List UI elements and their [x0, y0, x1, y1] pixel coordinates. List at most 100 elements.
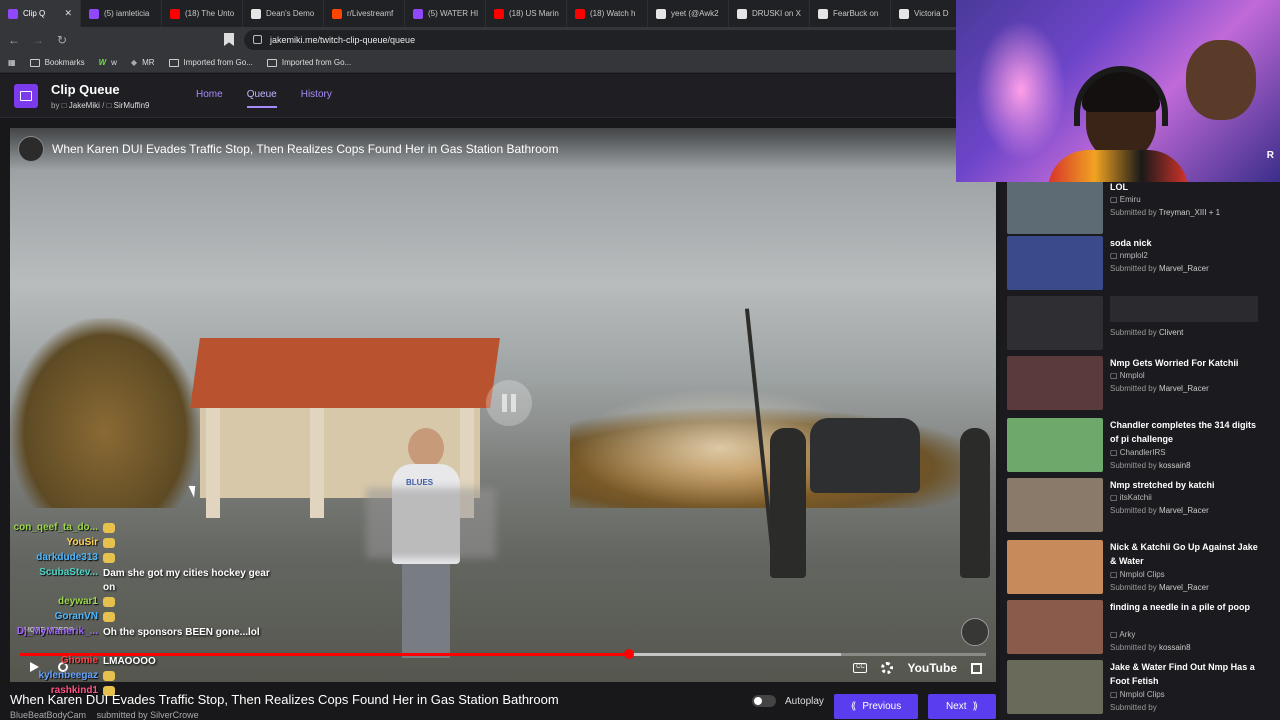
- video-scene-pillar: [310, 408, 324, 518]
- bookmark-all[interactable]: Bookmarks: [29, 58, 85, 67]
- nav-queue[interactable]: Queue: [246, 89, 277, 108]
- chat-username[interactable]: kylenbeegaz: [0, 670, 103, 681]
- clip-title: Chandler completes the 314 digits of pi …: [1110, 420, 1257, 444]
- queue-item[interactable]: LOL ▢ Emiru Submitted by Treyman_XIII + 1: [1007, 180, 1267, 236]
- clip-thumbnail[interactable]: [1007, 236, 1103, 290]
- next-button[interactable]: Next ⟫: [928, 694, 996, 719]
- clip-thumbnail[interactable]: [1007, 540, 1103, 594]
- clip-thumbnail[interactable]: [1007, 356, 1103, 410]
- folder-icon: [266, 58, 277, 67]
- browser-tab[interactable]: (18) The Unto: [162, 0, 243, 27]
- chat-username[interactable]: deywar1: [0, 596, 103, 607]
- clip-channel: ▢ Nmplol Clips: [1110, 570, 1165, 579]
- tab-label: Victoria D: [914, 9, 949, 18]
- bookmark-mr[interactable]: ◆ MR: [131, 58, 155, 67]
- chat-username[interactable]: Ghomie: [0, 655, 103, 666]
- twitch-icon: ▢: [1110, 690, 1120, 699]
- bookmark-w[interactable]: Ww: [99, 58, 117, 67]
- clip-thumbnail[interactable]: [1007, 296, 1103, 350]
- clip-title-placeholder: [1110, 296, 1258, 322]
- clip-channel: ▢ ChandlerIRS: [1110, 448, 1166, 457]
- channel-avatar[interactable]: [18, 136, 44, 162]
- chat-username[interactable]: GoranVN: [0, 611, 103, 622]
- clip-thumbnail[interactable]: [1007, 180, 1103, 234]
- url-field[interactable]: jakemiki.me/twitch-clip-queue/queue: [244, 30, 964, 50]
- clip-thumbnail[interactable]: [1007, 600, 1103, 654]
- browser-tab[interactable]: (5) iamleticia: [81, 0, 162, 27]
- double-chevron-right-icon: ⟫: [972, 701, 979, 712]
- youtube-logo[interactable]: YouTube: [907, 661, 957, 675]
- browser-tab[interactable]: (18) Watch h: [567, 0, 648, 27]
- tab-label: (5) iamleticia: [104, 9, 150, 18]
- app-title[interactable]: Clip Queue: [51, 82, 120, 97]
- chat-username[interactable]: YouSir: [0, 537, 103, 548]
- submitter-name: Marvel_Racer: [1158, 264, 1209, 273]
- browser-tab[interactable]: (5) WATER HI: [405, 0, 486, 27]
- clip-title: Nmp Gets Worried For Katchii: [1110, 358, 1239, 368]
- queue-item[interactable]: Nick & Katchii Go Up Against Jake & Wate…: [1007, 540, 1267, 596]
- clip-channel-name: Nmplol Clips: [1119, 570, 1165, 579]
- autoplay-control[interactable]: Autoplay: [752, 695, 824, 707]
- chat-message: darkdude313: [0, 552, 290, 567]
- settings-gear-icon[interactable]: [881, 662, 894, 674]
- progress-scrubber[interactable]: [623, 649, 634, 659]
- clip-channel-name: Nmplol: [1119, 371, 1145, 380]
- browser-tab[interactable]: (18) US Marin: [486, 0, 567, 27]
- tab-close-icon[interactable]: ✕: [64, 8, 72, 19]
- channel-name[interactable]: BlueBeatBodyCam: [10, 710, 86, 720]
- chat-username[interactable]: Dj_MyManerik_...: [0, 626, 103, 637]
- chat-username[interactable]: con_qeef_ta_do...: [0, 522, 103, 533]
- queue-item[interactable]: Jake & Water Find Out Nmp Has a Foot Fet…: [1007, 660, 1267, 716]
- video-overlay-title[interactable]: When Karen DUI Evades Traffic Stop, Then…: [52, 142, 558, 156]
- captions-icon[interactable]: CC: [853, 663, 868, 673]
- clip-channel-name: ChandlerIRS: [1119, 448, 1166, 457]
- bookmark-star-icon[interactable]: [224, 33, 234, 46]
- browser-tab[interactable]: DRUSKI on X: [729, 0, 810, 27]
- queue-item[interactable]: Chandler completes the 314 digits of pi …: [1007, 418, 1267, 474]
- reload-icon[interactable]: ↻: [52, 33, 72, 47]
- browser-tab[interactable]: Dean's Demo: [243, 0, 324, 27]
- queue-item[interactable]: Submitted by Clivent: [1007, 296, 1267, 352]
- fullscreen-icon[interactable]: [971, 662, 982, 674]
- forward-icon[interactable]: →: [28, 33, 48, 47]
- bookmark-folder-2[interactable]: Imported from Go...: [266, 58, 351, 67]
- browser-tab[interactable]: FearBuck on: [810, 0, 891, 27]
- submitted-prefix: Submitted by: [1110, 264, 1157, 273]
- submitted-prefix: Submitted by: [1110, 506, 1157, 515]
- author-link-1[interactable]: JakeMiki: [69, 101, 100, 110]
- nav-history[interactable]: History: [301, 89, 332, 108]
- nav-home[interactable]: Home: [196, 89, 223, 108]
- queue-item[interactable]: finding a needle in a pile of poop ▢ Arky…: [1007, 600, 1267, 656]
- back-icon[interactable]: ←: [4, 33, 24, 47]
- chat-username[interactable]: darkdude313: [0, 552, 103, 563]
- bookmark-folder-1[interactable]: Imported from Go...: [168, 58, 253, 67]
- clip-thumbnail[interactable]: [1007, 660, 1103, 714]
- previous-button[interactable]: ⟪ Previous: [834, 694, 918, 719]
- queue-item[interactable]: Nmp Gets Worried For Katchii ▢ Nmplol Subm…: [1007, 356, 1267, 412]
- channel-watermark-icon[interactable]: [961, 618, 989, 646]
- browser-tab[interactable]: Clip Q ✕: [0, 0, 81, 27]
- autoplay-toggle[interactable]: [752, 695, 776, 707]
- pause-icon[interactable]: [486, 380, 532, 426]
- chat-emote-icon: [103, 612, 115, 623]
- apps-icon[interactable]: ▦: [8, 58, 16, 67]
- site-info-icon[interactable]: [253, 35, 262, 44]
- submitted-prefix: Submitted by: [1110, 461, 1157, 470]
- clip-thumbnail[interactable]: [1007, 418, 1103, 472]
- clip-queue-logo-icon[interactable]: [14, 84, 38, 108]
- double-chevron-left-icon: ⟪: [850, 701, 857, 712]
- clip-thumbnail[interactable]: [1007, 478, 1103, 532]
- clip-submitter: Submitted by Marvel_Racer: [1110, 506, 1209, 515]
- browser-tab[interactable]: yeet (@Awk2: [648, 0, 729, 27]
- bookmark-all-label: Bookmarks: [44, 58, 85, 67]
- queue-item[interactable]: soda nick ▢ nmplol2 Submitted by Marvel_Ra…: [1007, 236, 1267, 292]
- chat-username[interactable]: ScubaStev...: [0, 567, 103, 578]
- video-scene-trees: [10, 318, 200, 508]
- video-blur-region: [366, 488, 496, 558]
- submitter-name: Clivent: [1158, 328, 1184, 337]
- queue-item[interactable]: Nmp stretched by katchi ▢ itsKatchii Submi…: [1007, 478, 1267, 534]
- twitch-icon: ▢: [1110, 251, 1120, 260]
- tab-label: yeet (@Awk2: [671, 9, 719, 18]
- author-link-2[interactable]: SirMuffin9: [114, 101, 150, 110]
- browser-tab[interactable]: r/Livestreamf: [324, 0, 405, 27]
